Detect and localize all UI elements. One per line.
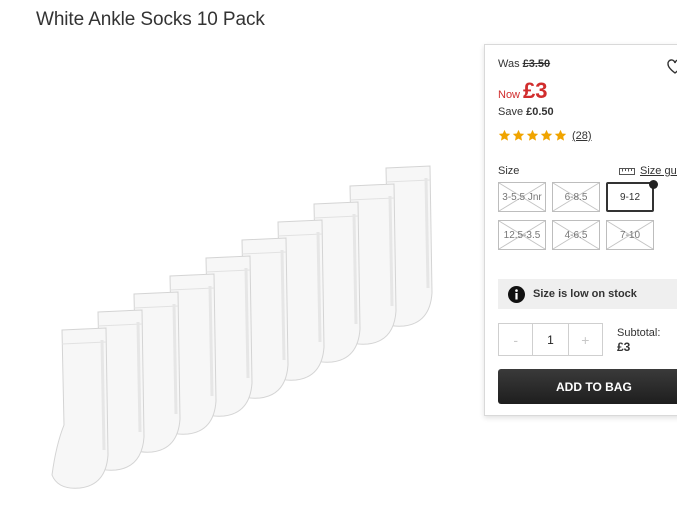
size-option-label: 3-5.5 Jnr <box>502 191 542 203</box>
rating[interactable]: (28) <box>498 129 592 142</box>
size-option-label: 4-6.5 <box>564 229 588 241</box>
sock-item <box>51 327 109 489</box>
stock-message: Size is low on stock <box>533 288 637 300</box>
quantity-stepper: - 1 + <box>498 323 603 356</box>
product-page: White Ankle Socks 10 Pack Was £3.50 Now £3… <box>0 0 677 528</box>
ruler-icon <box>619 167 635 175</box>
save-amount: Save £0.50 <box>498 106 554 118</box>
subtotal-label: Subtotal: <box>617 327 661 339</box>
size-guide-link[interactable]: Size gui <box>619 165 677 177</box>
now-price: Now £3 <box>498 78 548 104</box>
star-icon <box>540 129 553 141</box>
product-title: White Ankle Socks 10 Pack <box>36 9 265 30</box>
decrease-quantity-button[interactable]: - <box>499 324 532 355</box>
star-icon <box>554 129 567 141</box>
size-option-7-10[interactable]: 7-10 <box>606 220 654 250</box>
size-option-12-5-3-5[interactable]: 12.5-3.5 <box>498 220 546 250</box>
size-option-label: 7-10 <box>619 229 640 241</box>
size-option-label: 12.5-3.5 <box>503 229 541 241</box>
size-label: Size <box>498 165 520 177</box>
info-icon <box>508 285 525 303</box>
now-label: Now <box>498 89 521 101</box>
product-image <box>51 165 433 489</box>
buy-panel: Was £3.50 Now £3 Save £0.50 (28) Size Size … <box>484 44 677 416</box>
was-value: £3.50 <box>522 58 551 70</box>
selected-check-icon <box>649 180 658 189</box>
was-price: Was £3.50 <box>498 58 550 70</box>
review-count-link[interactable]: (28) <box>572 130 592 142</box>
now-value: £3 <box>523 78 548 103</box>
add-to-bag-button[interactable]: ADD TO BAG <box>498 369 677 404</box>
size-option-6-8-5[interactable]: 6-8.5 <box>552 182 600 212</box>
size-option-label: 9-12 <box>619 191 640 203</box>
size-option-4-6-5[interactable]: 4-6.5 <box>552 220 600 250</box>
size-guide-label: Size gui <box>640 165 677 177</box>
stock-alert: Size is low on stock <box>498 279 677 309</box>
size-option-9-12[interactable]: 9-12 <box>606 182 654 212</box>
increase-quantity-button[interactable]: + <box>569 324 602 355</box>
save-value: £0.50 <box>526 106 554 118</box>
quantity-input[interactable]: 1 <box>532 324 569 355</box>
star-icon <box>498 129 511 141</box>
star-icon <box>512 129 525 141</box>
was-label: Was <box>498 58 520 70</box>
star-icon <box>526 129 539 141</box>
save-label: Save <box>498 106 524 118</box>
star-rating <box>498 129 568 142</box>
size-option-label: 6-8.5 <box>564 191 588 203</box>
size-option-3-5-5-jnr[interactable]: 3-5.5 Jnr <box>498 182 546 212</box>
subtotal-value: £3 <box>617 340 631 354</box>
subtotal: Subtotal: £3 <box>617 326 660 354</box>
heart-icon[interactable] <box>667 59 677 75</box>
